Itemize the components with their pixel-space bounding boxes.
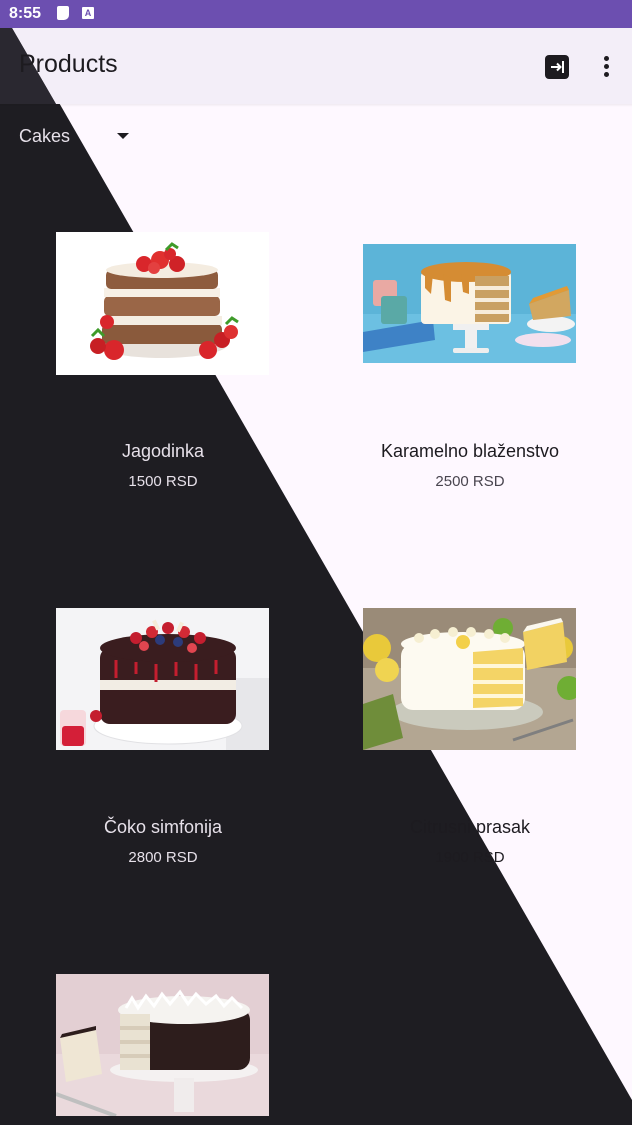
product-image (56, 608, 269, 750)
status-time: 8:55 (9, 5, 42, 22)
product-image (363, 608, 576, 750)
light-background (0, 0, 632, 1100)
storage-icon (57, 6, 69, 20)
product-name: Čoko simfonija (103, 817, 223, 837)
product-price: 2500 RSD (435, 473, 505, 490)
logout-button[interactable] (545, 55, 569, 79)
product-image (56, 232, 269, 375)
status-bar: 8:55 A (0, 0, 632, 28)
chocolate-berry-cake-image (56, 608, 269, 750)
a-icon: A (82, 7, 94, 19)
product-card-coconut-cake[interactable] (43, 974, 283, 1125)
category-selected-value: Cakes (19, 126, 71, 146)
product-card-citrusni-prasak[interactable]: Citrusni prasak 1900 RSD (350, 608, 590, 878)
product-image (363, 244, 576, 363)
product-name: Citrusni prasak (409, 817, 531, 837)
dropdown-arrow-icon (117, 133, 129, 139)
product-price: 2800 RSD (128, 849, 198, 866)
category-dropdown[interactable]: Cakes (19, 124, 139, 150)
coconut-cake-image (56, 974, 269, 1116)
lemon-cake-image (363, 608, 576, 750)
logout-icon (551, 61, 564, 73)
more-options-button[interactable] (596, 53, 616, 81)
caramel-cake-image (363, 244, 576, 363)
product-price: 1500 RSD (128, 473, 198, 490)
product-price: 1900 RSD (435, 849, 505, 866)
product-name: Karamelno blaženstvo (380, 441, 560, 461)
page-title: Products (19, 50, 118, 78)
product-name: Jagodinka (121, 441, 205, 461)
product-image (56, 974, 269, 1116)
product-card-karamelno-blazenstvo[interactable]: Karamelno blaženstvo 2500 RSD (350, 232, 590, 502)
app-bar: Products (0, 28, 632, 107)
product-card-jagodinka[interactable]: Jagodinka 1500 RSD (43, 232, 283, 502)
product-card-coko-simfonija[interactable]: Čoko simfonija 2800 RSD (43, 608, 283, 878)
strawberry-cake-image (56, 232, 269, 375)
more-vert-icon (604, 56, 609, 61)
